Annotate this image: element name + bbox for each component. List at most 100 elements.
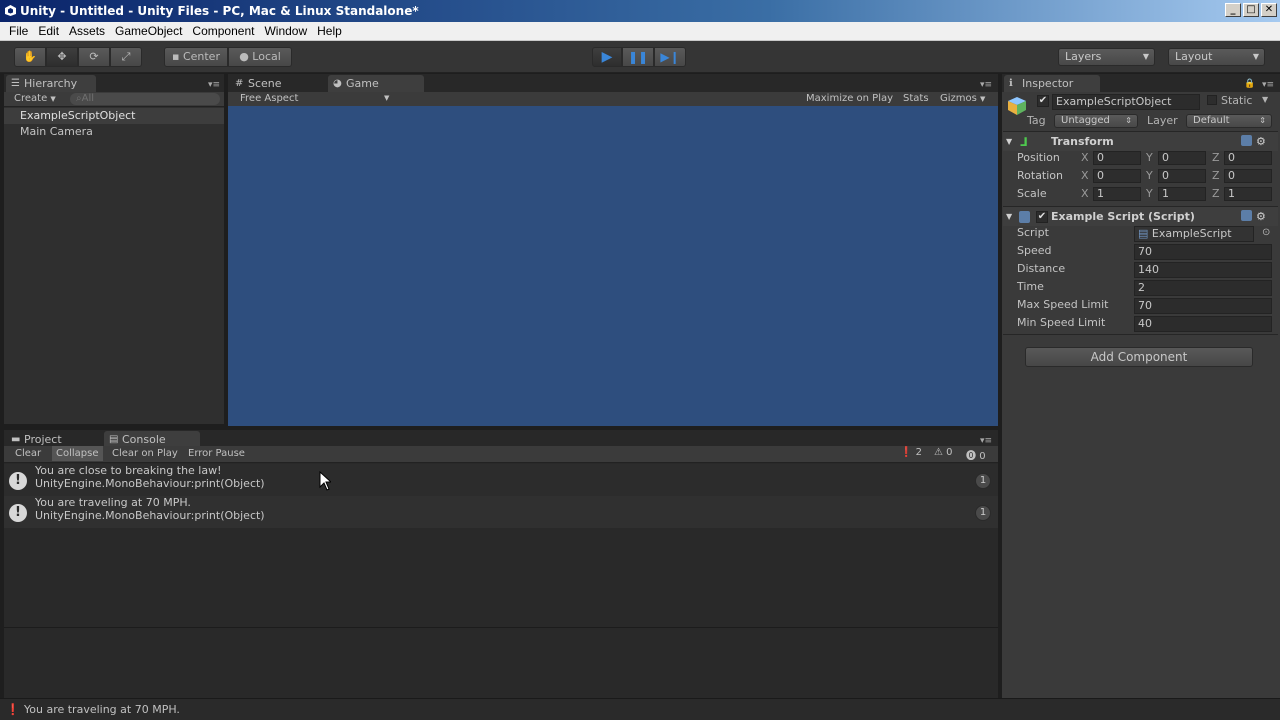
- stats-toggle[interactable]: Stats: [903, 93, 929, 104]
- console-splitter[interactable]: [4, 627, 998, 628]
- mouse-cursor-icon: [319, 471, 331, 491]
- gizmos-dropdown[interactable]: Gizmos ▼: [940, 93, 985, 104]
- pause-button[interactable]: ❚❚: [622, 47, 654, 67]
- help-book-icon[interactable]: [1241, 135, 1252, 146]
- grid-icon: #: [235, 78, 244, 89]
- tab-hierarchy-label: Hierarchy: [24, 77, 78, 90]
- move-tool-button[interactable]: ✥: [46, 47, 78, 67]
- collapse-count-badge: 1: [975, 505, 991, 521]
- gizmos-label: Gizmos: [940, 93, 977, 104]
- time-field[interactable]: 2: [1134, 280, 1272, 296]
- panel-menu-icon[interactable]: ▾≡: [980, 436, 992, 446]
- max-speed-limit-field[interactable]: 70: [1134, 298, 1272, 314]
- message-icon: ❗: [6, 703, 20, 716]
- console-entry[interactable]: ! You are traveling at 70 MPH. UnityEngi…: [4, 496, 998, 528]
- active-checkbox[interactable]: ✔: [1037, 95, 1049, 107]
- script-component-header[interactable]: ▼ ✔ Example Script (Script) ⚙: [1003, 206, 1278, 226]
- speed-field[interactable]: 70: [1134, 244, 1272, 260]
- position-label: Position: [1017, 151, 1060, 164]
- script-enabled-checkbox[interactable]: ✔: [1036, 211, 1048, 223]
- menu-help[interactable]: Help: [312, 24, 347, 38]
- error-pause-toggle[interactable]: Error Pause: [188, 448, 245, 459]
- menu-file[interactable]: File: [4, 24, 33, 38]
- position-z-field[interactable]: 0: [1224, 151, 1272, 165]
- warning-count-toggle[interactable]: ⚠ 0: [934, 447, 953, 458]
- error-count-toggle[interactable]: ⓿ 0: [966, 447, 986, 462]
- menu-gameobject[interactable]: GameObject: [110, 24, 187, 38]
- rotation-z-field[interactable]: 0: [1224, 169, 1272, 183]
- layout-dropdown[interactable]: Layout ▼: [1168, 48, 1265, 66]
- panel-menu-icon[interactable]: ▾≡: [980, 80, 992, 90]
- tab-game[interactable]: ◕ Game: [328, 75, 424, 92]
- hierarchy-search-input[interactable]: ⌕All: [70, 93, 220, 105]
- distance-field[interactable]: 140: [1134, 262, 1272, 278]
- step-button[interactable]: ▶❙: [654, 47, 686, 67]
- scale-icon: ⤢: [121, 50, 131, 63]
- caret-down-icon: ▼: [384, 94, 390, 102]
- warning-icon: ⚠: [934, 447, 943, 458]
- pivot-local-toggle[interactable]: ● Local: [228, 47, 292, 67]
- scale-y-field[interactable]: 1: [1158, 187, 1206, 201]
- collapse-toggle[interactable]: Collapse: [52, 446, 103, 461]
- menu-component[interactable]: Component: [187, 24, 259, 38]
- tag-dropdown[interactable]: Untagged ⇕: [1054, 114, 1138, 128]
- console-stack-line: UnityEngine.MonoBehaviour:print(Object): [35, 477, 265, 490]
- foldout-arrow-icon[interactable]: ▼: [1006, 132, 1012, 152]
- caret-down-icon[interactable]: ▼: [1262, 95, 1268, 104]
- maximize-button[interactable]: □: [1243, 3, 1259, 17]
- create-dropdown[interactable]: Create ▼: [14, 93, 56, 104]
- tab-hierarchy[interactable]: ☰ Hierarchy: [6, 75, 96, 92]
- aspect-dropdown[interactable]: Free Aspect ▼: [240, 93, 392, 104]
- hierarchy-item[interactable]: Main Camera: [4, 124, 224, 140]
- hierarchy-item[interactable]: ExampleScriptObject: [4, 108, 224, 124]
- script-object-field[interactable]: ▤ ExampleScript: [1134, 226, 1254, 242]
- foldout-arrow-icon[interactable]: ▼: [1006, 207, 1012, 227]
- menu-window[interactable]: Window: [259, 24, 312, 38]
- rotation-label: Rotation: [1017, 169, 1064, 182]
- layers-dropdown[interactable]: Layers ▼: [1058, 48, 1155, 66]
- object-picker-icon[interactable]: ⊙: [1262, 227, 1270, 238]
- clear-on-play-toggle[interactable]: Clear on Play: [112, 448, 178, 459]
- gear-icon[interactable]: ⚙: [1256, 132, 1266, 152]
- transform-header[interactable]: ▼ ⅃ Transform ⚙: [1003, 131, 1278, 151]
- panel-menu-icon[interactable]: ▾≡: [1262, 80, 1274, 90]
- tab-inspector[interactable]: ℹ Inspector: [1004, 75, 1100, 92]
- add-component-button[interactable]: Add Component: [1025, 347, 1253, 367]
- menu-bar: File Edit Assets GameObject Component Wi…: [0, 22, 1280, 41]
- layer-dropdown[interactable]: Default ⇕: [1186, 114, 1272, 128]
- gear-icon[interactable]: ⚙: [1256, 207, 1266, 227]
- tab-scene[interactable]: # Scene: [230, 75, 320, 92]
- position-x-field[interactable]: 0: [1093, 151, 1141, 165]
- log-count-toggle[interactable]: ❗ 2: [900, 447, 922, 458]
- close-button[interactable]: ✕: [1261, 3, 1277, 17]
- rotation-y-field[interactable]: 0: [1158, 169, 1206, 183]
- console-entry[interactable]: ! You are close to breaking the law! Uni…: [4, 464, 998, 496]
- static-checkbox[interactable]: [1207, 95, 1217, 105]
- lock-icon[interactable]: 🔒: [1244, 79, 1255, 89]
- inspector-tabstrip: ℹ Inspector 🔒 ▾≡: [1002, 74, 1280, 92]
- play-icon: ▶: [601, 49, 613, 65]
- rotate-tool-button[interactable]: ⟳: [78, 47, 110, 67]
- list-icon: ☰: [11, 78, 20, 89]
- object-name-field[interactable]: ExampleScriptObject: [1052, 94, 1200, 110]
- help-book-icon[interactable]: [1241, 210, 1252, 221]
- status-bar[interactable]: ❗ You are traveling at 70 MPH.: [0, 698, 1280, 720]
- scale-x-field[interactable]: 1: [1093, 187, 1141, 201]
- scene-tabstrip: # Scene ◕ Game ▾≡: [228, 74, 998, 92]
- minimize-button[interactable]: _: [1225, 3, 1241, 17]
- maximize-on-play-toggle[interactable]: Maximize on Play: [806, 93, 893, 104]
- position-y-field[interactable]: 0: [1158, 151, 1206, 165]
- min-speed-limit-field[interactable]: 40: [1134, 316, 1272, 332]
- scale-tool-button[interactable]: ⤢: [110, 47, 142, 67]
- menu-assets[interactable]: Assets: [64, 24, 110, 38]
- hand-tool-button[interactable]: ✋: [14, 47, 46, 67]
- game-viewport[interactable]: [228, 106, 998, 426]
- rotation-x-field[interactable]: 0: [1093, 169, 1141, 183]
- pivot-center-toggle[interactable]: ▪ Center: [164, 47, 228, 67]
- static-label: Static: [1221, 94, 1253, 107]
- play-button[interactable]: ▶: [592, 47, 622, 67]
- panel-menu-icon[interactable]: ▾≡: [208, 80, 220, 90]
- scale-z-field[interactable]: 1: [1224, 187, 1272, 201]
- menu-edit[interactable]: Edit: [33, 24, 64, 38]
- clear-button[interactable]: Clear: [15, 448, 41, 459]
